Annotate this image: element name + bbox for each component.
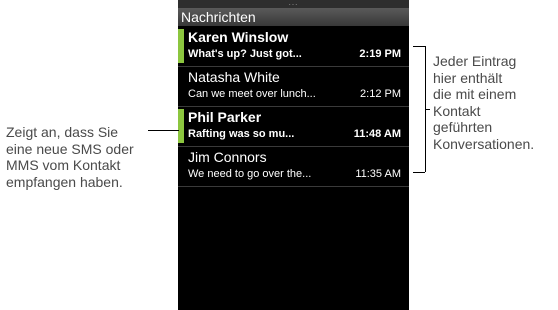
messages-header: Nachrichten xyxy=(178,8,409,26)
contact-name: Karen Winslow xyxy=(188,29,289,45)
row-divider xyxy=(178,186,409,187)
contact-name: Natasha White xyxy=(188,69,280,85)
pull-down-handle[interactable]: ... xyxy=(178,0,409,8)
annotation-line: eine neue SMS oder xyxy=(6,140,134,157)
annotation-line: die mit einem xyxy=(433,86,517,102)
unread-indicator xyxy=(178,29,184,63)
bracket-bottom xyxy=(413,172,425,173)
thread-row-phil-parker[interactable]: Phil Parker Rafting was so mu... 11:48 A… xyxy=(178,107,409,145)
phone-screen: ... Nachrichten Karen Winslow What's up?… xyxy=(178,0,409,310)
annotation-line: hier enthält xyxy=(433,69,503,86)
message-preview: Can we meet over lunch... xyxy=(188,88,316,100)
annotation-line: Jeder Eintrag xyxy=(433,53,517,69)
annotation-line: empfangen haben. xyxy=(6,173,123,190)
annotation-thread-entries: Jeder Eintrag hier enthält die mit einem… xyxy=(433,53,534,152)
thread-row-natasha-white[interactable]: Natasha White Can we meet over lunch... … xyxy=(178,67,409,105)
annotation-line: MMS vom Kontakt xyxy=(6,157,121,173)
contact-name: Jim Connors xyxy=(188,149,267,165)
unread-indicator xyxy=(178,109,184,143)
message-time: 2:12 PM xyxy=(360,88,401,100)
thread-row-jim-connors[interactable]: Jim Connors We need to go over the... 11… xyxy=(178,147,409,185)
annotation-unread-indicator: Zeigt an, dass Sie eine neue SMS oder MM… xyxy=(6,124,134,190)
bracket-top xyxy=(413,46,425,47)
message-preview: What's up? Just got... xyxy=(188,48,302,60)
message-time: 11:48 AM xyxy=(353,128,401,140)
bracket-pointer xyxy=(425,109,430,110)
contact-name: Phil Parker xyxy=(188,109,262,125)
annotation-line: Konversationen. xyxy=(433,135,535,152)
message-time: 11:35 AM xyxy=(355,168,401,180)
annotation-line: Kontakt xyxy=(433,102,481,119)
message-preview: Rafting was so mu... xyxy=(188,128,295,140)
annotation-line: Zeigt an, dass Sie xyxy=(6,124,119,140)
message-preview: We need to go over the... xyxy=(188,168,312,180)
message-time: 2:19 PM xyxy=(359,48,401,60)
callout-line xyxy=(148,130,179,131)
thread-row-karen-winslow[interactable]: Karen Winslow What's up? Just got... 2:1… xyxy=(178,27,409,65)
annotation-line: geführten xyxy=(433,119,493,135)
